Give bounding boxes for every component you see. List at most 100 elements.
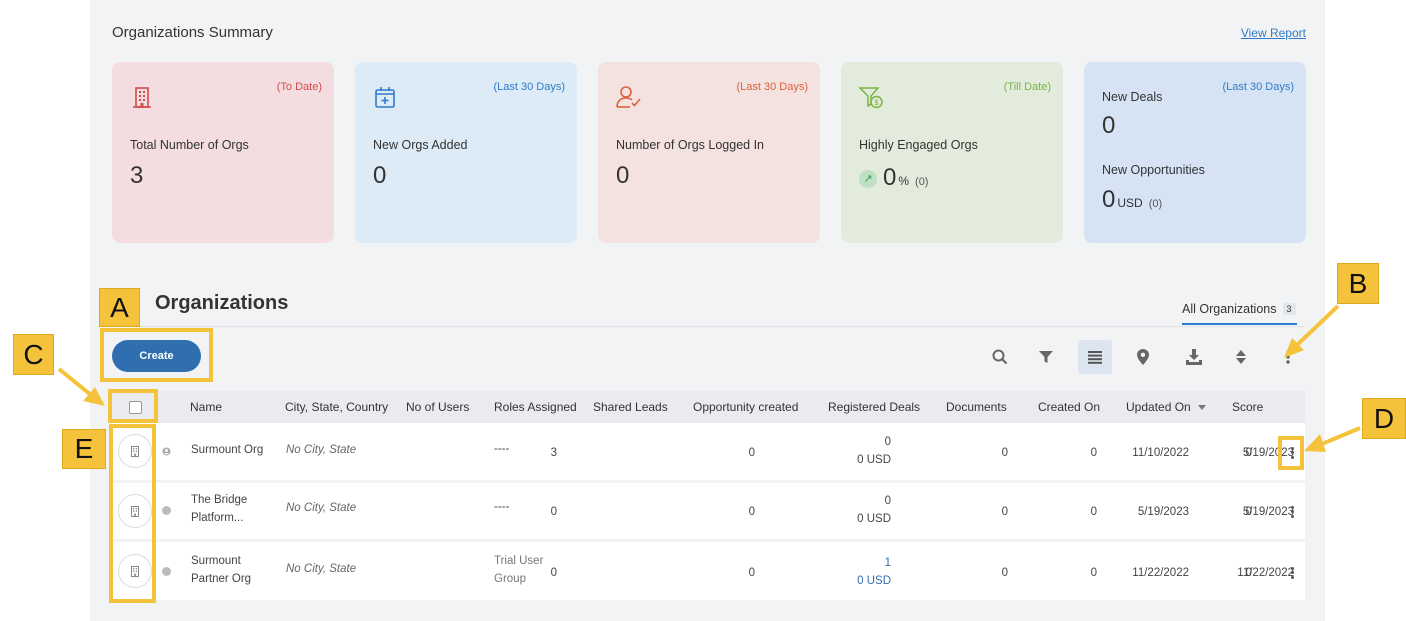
- calendar-plus-icon: [375, 87, 395, 108]
- org-created: 11/22/2022: [1132, 567, 1189, 579]
- column-header-city[interactable]: City, State, Country: [285, 400, 388, 414]
- org-shared-leads: 0: [748, 447, 755, 459]
- table-row[interactable]: Surmount Partner Org No City, State 0 Tr…: [112, 542, 1305, 600]
- org-name[interactable]: Surmount Org: [191, 444, 263, 456]
- search-button[interactable]: [983, 340, 1017, 374]
- card-highly-engaged: $ (Till Date) Highly Engaged Orgs ↗ 0 % …: [841, 62, 1063, 243]
- org-shared-leads: 0: [748, 506, 755, 518]
- card-period: (Last 30 Days): [493, 81, 565, 93]
- card-label: Total Number of Orgs: [130, 138, 249, 152]
- column-header-updated-label: Updated On: [1126, 400, 1191, 414]
- table-row[interactable]: The Bridge Platform... No City, State 0 …: [112, 483, 1305, 539]
- org-opp-count: 0: [884, 495, 891, 507]
- row-actions-icon[interactable]: [1291, 504, 1297, 519]
- card-label: New Orgs Added: [373, 138, 468, 152]
- card-period: (Last 30 Days): [1222, 81, 1294, 93]
- card-unit: %: [898, 174, 910, 188]
- row-actions-icon[interactable]: [1291, 565, 1297, 580]
- card-value: 0: [1102, 112, 1116, 139]
- org-deals: 0: [1001, 567, 1008, 579]
- org-documents: 0: [1090, 447, 1097, 459]
- column-header-roles[interactable]: Roles Assigned: [494, 400, 577, 414]
- card-sub: (0): [915, 176, 929, 188]
- org-created: 5/19/2023: [1137, 506, 1189, 518]
- org-roles-line2: Group: [494, 573, 526, 585]
- column-header-created[interactable]: Created On: [1038, 400, 1100, 414]
- callout-a: A: [99, 288, 140, 327]
- org-documents: 0: [1090, 506, 1097, 518]
- filter-icon: [1039, 351, 1053, 363]
- callout-c-highlight: [108, 389, 158, 423]
- card-value: 0: [373, 162, 387, 189]
- org-name[interactable]: Surmount: [191, 555, 241, 567]
- column-header-name[interactable]: Name: [190, 400, 222, 414]
- card-new-orgs: (Last 30 Days) New Orgs Added 0: [355, 62, 577, 243]
- column-header-documents[interactable]: Documents: [946, 400, 1007, 414]
- table-row[interactable]: Surmount Org No City, State 3 ---- 0 0 0…: [112, 423, 1305, 480]
- column-header-shared-leads[interactable]: Shared Leads: [593, 400, 668, 414]
- org-name-line2[interactable]: Partner Org: [191, 573, 251, 585]
- sort-button[interactable]: [1224, 340, 1258, 374]
- org-city: No City, State: [286, 563, 357, 575]
- column-header-users[interactable]: No of Users: [406, 400, 469, 414]
- card-orgs-logged-in: (Last 30 Days) Number of Orgs Logged In …: [598, 62, 820, 243]
- column-header-score[interactable]: Score: [1232, 400, 1263, 414]
- search-icon: [992, 349, 1008, 365]
- org-deals: 0: [1001, 447, 1008, 459]
- column-header-deals[interactable]: Registered Deals: [828, 400, 920, 414]
- card-label: Highly Engaged Orgs: [859, 138, 978, 152]
- org-roles: ----: [494, 443, 510, 455]
- download-button[interactable]: [1177, 340, 1211, 374]
- org-opp-count[interactable]: 1: [772, 557, 891, 569]
- card-total-orgs: (To Date) Total Number of Orgs 3: [112, 62, 334, 243]
- list-view-button[interactable]: [1078, 340, 1112, 374]
- location-pin-icon: [1137, 349, 1149, 365]
- content-panel: Organizations Summary View Report (To Da…: [90, 0, 1325, 621]
- org-deals: 0: [1001, 506, 1008, 518]
- org-name-line2[interactable]: Platform...: [191, 512, 243, 524]
- svg-text:$: $: [874, 98, 879, 107]
- organizations-table: Name City, State, Country No of Users Ro…: [112, 391, 1305, 600]
- org-created: 11/10/2022: [1132, 447, 1189, 459]
- callout-d: D: [1362, 398, 1406, 439]
- card-period: (Till Date): [1003, 81, 1051, 93]
- card-unit-2: USD: [1117, 196, 1143, 210]
- org-opp-usd[interactable]: 0 USD: [772, 575, 891, 587]
- callout-d-highlight: [1278, 436, 1304, 470]
- download-icon: [1186, 349, 1202, 365]
- status-dot: [162, 506, 171, 515]
- org-city: No City, State: [286, 502, 357, 514]
- callout-c: C: [13, 334, 54, 375]
- callout-e-highlight: [109, 424, 156, 603]
- user-status-icon: [162, 447, 171, 456]
- card-value: 0: [616, 162, 630, 189]
- callout-a-highlight: [100, 328, 213, 382]
- org-opp-count: 0: [884, 436, 891, 448]
- org-documents: 0: [1090, 567, 1097, 579]
- building-icon: [133, 87, 151, 108]
- summary-title: Organizations Summary: [112, 24, 273, 41]
- column-header-opportunity[interactable]: Opportunity created: [693, 400, 798, 414]
- tab-label: All Organizations: [1182, 302, 1277, 316]
- column-header-updated[interactable]: Updated On: [1126, 400, 1207, 414]
- org-roles: Trial User: [494, 555, 544, 567]
- map-view-button[interactable]: [1126, 340, 1160, 374]
- org-opp-usd: 0 USD: [857, 454, 891, 466]
- org-name[interactable]: The Bridge: [191, 494, 247, 506]
- callout-d-arrow: [1304, 426, 1361, 452]
- org-opp-usd: 0 USD: [857, 513, 891, 525]
- callout-b-arrow: [1284, 304, 1340, 358]
- org-score: 0: [1245, 506, 1252, 518]
- org-score: 0: [1245, 447, 1252, 459]
- divider: [112, 326, 1305, 327]
- callout-b: B: [1337, 263, 1379, 304]
- callout-e: E: [62, 429, 106, 469]
- card-label: New Deals: [1102, 90, 1163, 104]
- card-deals: (Last 30 Days) New Deals 0 New Opportuni…: [1084, 62, 1306, 243]
- callout-c-arrow: [57, 367, 105, 406]
- filter-button[interactable]: [1029, 340, 1063, 374]
- view-report-link[interactable]: View Report: [1241, 26, 1306, 40]
- org-score: 0: [1245, 567, 1252, 579]
- card-period: (Last 30 Days): [736, 81, 808, 93]
- card-period: (To Date): [276, 81, 322, 93]
